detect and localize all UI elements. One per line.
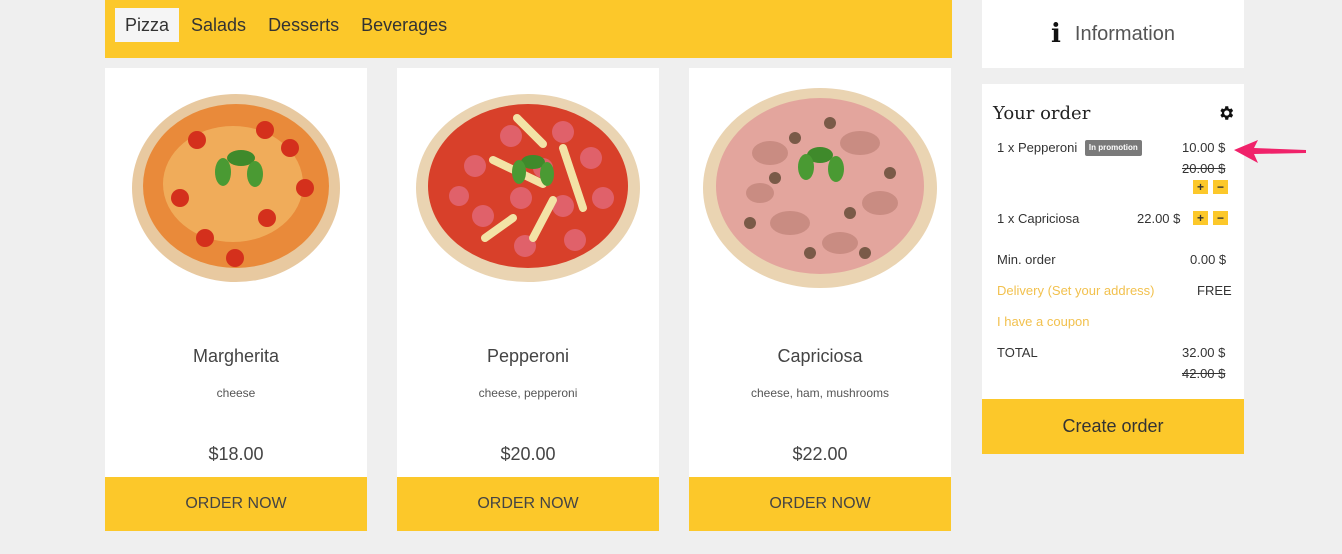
order-item-name: 1 x Pepperoni [997, 140, 1078, 155]
tab-desserts[interactable]: Desserts [258, 8, 349, 42]
tab-beverages[interactable]: Beverages [351, 8, 457, 42]
total-label: TOTAL [997, 345, 1038, 360]
info-icon: i [1051, 19, 1061, 49]
order-item-price: 10.00 $ [1182, 140, 1226, 155]
pizza-image [105, 68, 367, 308]
product-name: Pepperoni [486, 346, 570, 366]
decrease-quantity-button[interactable]: − [1213, 211, 1228, 225]
product-name: Capriciosa [777, 346, 863, 366]
promotion-badge: In promotion [1084, 140, 1142, 156]
information-label: Information [1074, 22, 1175, 45]
information-panel[interactable]: i Information [982, 0, 1244, 68]
order-item: 1 x Pepperoni In promotion [997, 140, 1142, 156]
product-name: Margherita [192, 346, 280, 366]
product-price: $20.00 [500, 444, 556, 464]
total-old-value: 42.00 $ [1182, 366, 1226, 381]
product-description: cheese, pepperoni [478, 386, 578, 400]
pizza-image [689, 68, 951, 308]
delivery-link[interactable]: Delivery (Set your address) [997, 283, 1155, 298]
coupon-link[interactable]: I have a coupon [997, 314, 1090, 329]
order-item-old-price: 20.00 $ [1182, 161, 1226, 176]
product-description: cheese [216, 386, 256, 400]
order-now-button[interactable]: ORDER NOW [397, 477, 659, 531]
tab-pizza[interactable]: Pizza [115, 8, 180, 42]
min-order-value: 0.00 $ [1190, 252, 1227, 267]
order-summary: Your order 1 x Pepperoni In promotion 10… [982, 84, 1244, 399]
product-card-pepperoni: Pepperoni cheese, pepperoni $20.00 ORDER… [397, 68, 659, 531]
product-card-capriciosa: Capriciosa cheese, ham, mushrooms $22.00… [689, 68, 951, 531]
create-order-button[interactable]: Create order [982, 399, 1244, 454]
pizza-image [397, 68, 659, 308]
order-now-button[interactable]: ORDER NOW [689, 477, 951, 531]
order-item-price: 22.00 $ [1137, 211, 1181, 226]
order-now-button[interactable]: ORDER NOW [105, 477, 367, 531]
increase-quantity-button[interactable]: + [1193, 211, 1208, 225]
tab-salads[interactable]: Salads [181, 8, 256, 42]
annotation-arrow-icon [1234, 140, 1306, 163]
gear-icon[interactable] [1217, 104, 1235, 122]
delivery-value: FREE [1197, 283, 1232, 298]
increase-quantity-button[interactable]: + [1193, 180, 1208, 194]
total-value: 32.00 $ [1182, 345, 1226, 360]
product-price: $18.00 [208, 444, 264, 464]
product-description: cheese, ham, mushrooms [750, 386, 890, 400]
min-order-label: Min. order [997, 252, 1056, 267]
decrease-quantity-button[interactable]: − [1213, 180, 1228, 194]
product-card-margherita: Margherita cheese $18.00 ORDER NOW [105, 68, 367, 531]
product-price: $22.00 [792, 444, 848, 464]
order-title: Your order [993, 103, 1091, 124]
order-item-name: 1 x Capriciosa [997, 211, 1080, 226]
category-tabs: Pizza Salads Desserts Beverages [105, 0, 952, 58]
